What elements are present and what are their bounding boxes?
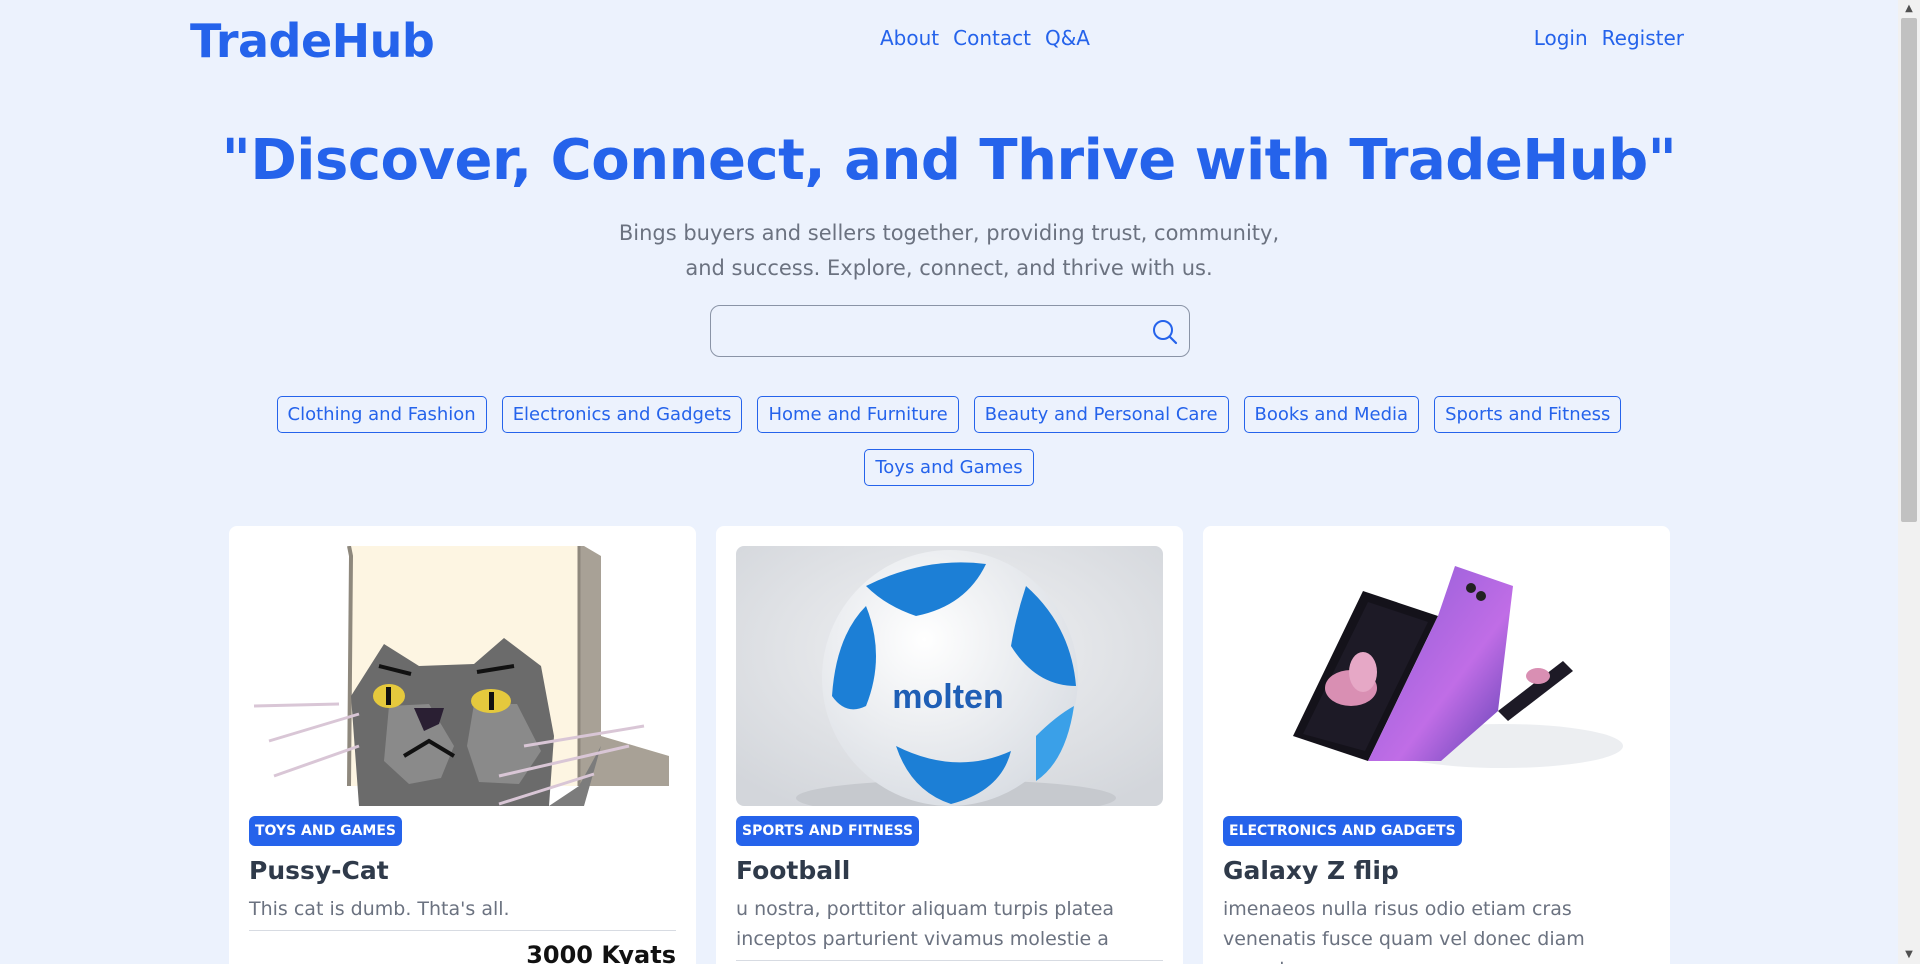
category-electronics-and-gadgets[interactable]: Electronics and Gadgets: [501, 396, 743, 433]
nav-center-links: About Contact Q&A: [880, 26, 1090, 50]
nav-link-contact[interactable]: Contact: [953, 26, 1031, 50]
nav-link-register[interactable]: Register: [1602, 26, 1684, 50]
category-clothing-and-fashion[interactable]: Clothing and Fashion: [276, 396, 487, 433]
category-home-and-furniture[interactable]: Home and Furniture: [757, 396, 959, 433]
product-title[interactable]: Galaxy Z flip: [1223, 856, 1399, 885]
molten-logo-text: molten: [892, 678, 1003, 716]
scroll-down-icon[interactable]: ▼: [1898, 946, 1920, 964]
category-badge: TOYS AND GAMES: [249, 816, 402, 846]
molten-football-image[interactable]: molten: [736, 546, 1163, 806]
nav-auth-links: Login Register: [1534, 26, 1684, 50]
nav-link-login[interactable]: Login: [1534, 26, 1588, 50]
product-card-galaxy-z-flip[interactable]: ELECTRONICS AND GADGETS Galaxy Z flip im…: [1203, 526, 1670, 964]
scrollbar-thumb[interactable]: [1901, 18, 1917, 522]
card-divider: [736, 960, 1163, 961]
page-scrollbar[interactable]: ▲ ▼: [1898, 0, 1920, 964]
product-description: This cat is dumb. Thta's all.: [249, 898, 510, 920]
product-description: imenaeos nulla risus odio etiam cras ven…: [1223, 898, 1585, 964]
search-icon[interactable]: [1151, 318, 1179, 346]
scroll-up-icon[interactable]: ▲: [1898, 0, 1920, 18]
category-badge: ELECTRONICS AND GADGETS: [1223, 816, 1462, 846]
pixel-cat-image[interactable]: [249, 546, 676, 806]
search-input[interactable]: [721, 314, 1131, 348]
category-books-and-media[interactable]: Books and Media: [1243, 396, 1420, 433]
foldable-phone-image[interactable]: [1223, 546, 1650, 806]
search-box: [710, 305, 1190, 357]
product-card-football[interactable]: molten SPORTS AND FITNESS Football u nos…: [716, 526, 1183, 964]
nav-link-qa[interactable]: Q&A: [1045, 26, 1090, 50]
category-beauty-and-personal-care[interactable]: Beauty and Personal Care: [973, 396, 1229, 433]
product-description: u nostra, porttitor aliquam turpis plate…: [736, 898, 1115, 950]
card-divider: [249, 930, 676, 931]
product-title[interactable]: Football: [736, 856, 850, 885]
product-card-pussy-cat[interactable]: TOYS AND GAMES Pussy-Cat This cat is dum…: [229, 526, 696, 964]
logo[interactable]: TradeHub: [190, 14, 435, 68]
hero-subtitle: Bings buyers and sellers together, provi…: [0, 216, 1898, 286]
hero-subtitle-line1: Bings buyers and sellers together, provi…: [618, 221, 1280, 245]
category-filters: Clothing and Fashion Electronics and Gad…: [250, 396, 1648, 486]
product-price: 3000 Kyats: [526, 941, 676, 964]
top-navbar: TradeHub About Contact Q&A Login Registe…: [0, 0, 1898, 80]
nav-link-about[interactable]: About: [880, 26, 939, 50]
category-badge: SPORTS AND FITNESS: [736, 816, 920, 846]
hero-title: "Discover, Connect, and Thrive with Trad…: [221, 128, 1677, 193]
category-sports-and-fitness[interactable]: Sports and Fitness: [1434, 396, 1622, 433]
category-toys-and-games[interactable]: Toys and Games: [864, 449, 1034, 486]
hero-subtitle-line2: and success. Explore, connect, and thriv…: [685, 256, 1213, 280]
product-title[interactable]: Pussy-Cat: [249, 856, 389, 885]
